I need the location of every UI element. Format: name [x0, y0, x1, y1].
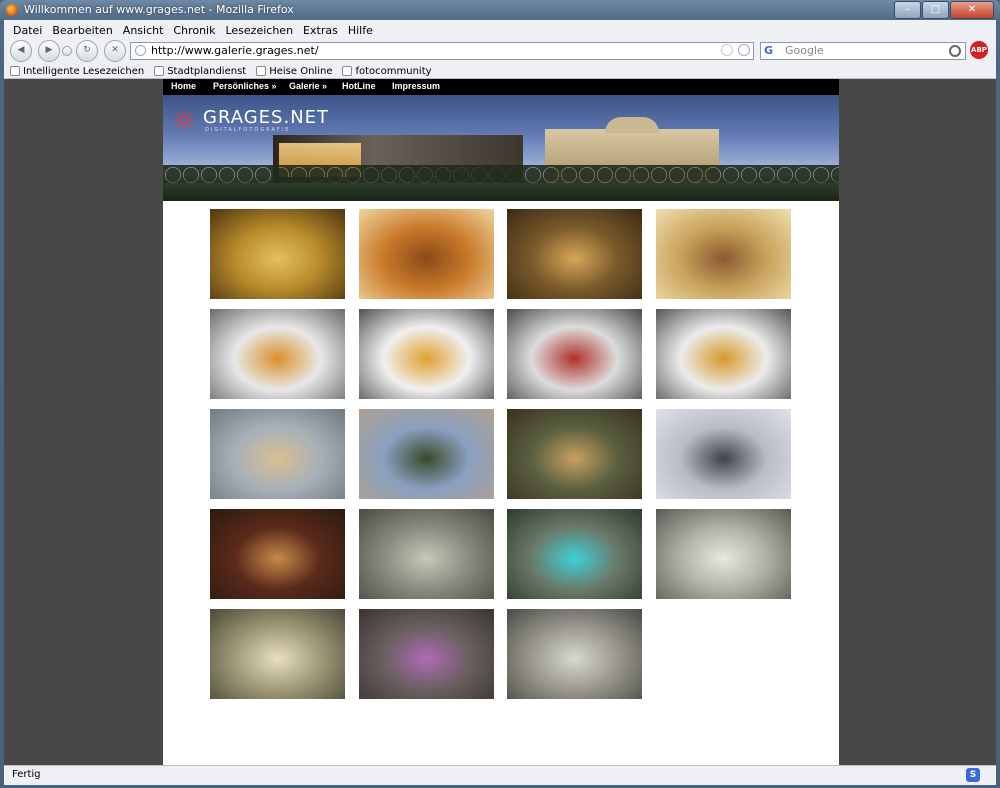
menu-datei[interactable]: Datei — [8, 22, 47, 40]
menu-hilfe[interactable]: Hilfe — [343, 22, 378, 40]
gallery-thumbnail-train-station-5[interactable] — [359, 609, 494, 699]
gallery-thumbnail-train-station-6[interactable] — [507, 609, 642, 699]
search-engine-icon[interactable]: G — [764, 44, 773, 57]
bookmarks-toolbar: Intelligente Lesezeichen Stadtplandienst… — [10, 64, 432, 78]
site-navigation: Home Persönliches » Galerie » HotLine Im… — [163, 79, 839, 95]
gallery-thumbnail-train-station-1[interactable] — [359, 509, 494, 599]
go-icon[interactable] — [738, 44, 750, 56]
smart-bookmarks-icon — [10, 66, 20, 76]
browser-chrome: Datei Bearbeiten Ansicht Chronik Lesezei… — [4, 20, 996, 79]
site-banner: GRAGES.NET DIGITALFOTOGRAFIE — [163, 95, 839, 201]
page-viewport: Home Persönliches » Galerie » HotLine Im… — [4, 79, 996, 765]
gallery-thumbnail-staircase-spiral-1[interactable] — [210, 209, 345, 299]
fotocommunity-icon — [342, 66, 353, 76]
window-controls: – □ ✕ — [894, 1, 994, 19]
menu-lesezeichen[interactable]: Lesezeichen — [220, 22, 298, 40]
nav-home[interactable]: Home — [171, 81, 196, 91]
title-bar: Willkommen auf www.grages.net - Mozilla … — [0, 0, 1000, 20]
gallery-thumbnail-atrium-1[interactable] — [210, 409, 345, 499]
site-tagline: DIGITALFOTOGRAFIE — [205, 127, 291, 133]
search-icon[interactable] — [949, 45, 961, 57]
trees-illustration — [163, 165, 839, 185]
maximize-button[interactable]: □ — [922, 1, 949, 19]
forward-icon[interactable]: ▶ — [38, 40, 60, 62]
menu-bearbeiten[interactable]: Bearbeiten — [47, 22, 117, 40]
menu-chronik[interactable]: Chronik — [168, 22, 220, 40]
map-icon — [154, 66, 165, 76]
nav-persoenliches[interactable]: Persönliches » — [213, 81, 277, 91]
bookmark-item[interactable]: fotocommunity — [342, 66, 432, 77]
gallery-thumbnail-atrium-2[interactable] — [359, 409, 494, 499]
gallery-thumbnail-train-station-2[interactable] — [507, 509, 642, 599]
menu-bar: Datei Bearbeiten Ansicht Chronik Lesezei… — [8, 22, 378, 40]
window-title: Willkommen auf www.grages.net - Mozilla … — [24, 3, 294, 16]
bookmark-item[interactable]: Intelligente Lesezeichen — [10, 66, 144, 77]
heise-icon — [256, 66, 267, 76]
gallery-thumbnail-staircase-spiral-2[interactable] — [359, 209, 494, 299]
site-page: Home Persönliches » Galerie » HotLine Im… — [163, 79, 839, 765]
skype-icon[interactable]: S — [966, 768, 980, 782]
back-icon[interactable]: ◀ — [10, 40, 32, 62]
gallery-thumbnail-staircase-spiral-3[interactable] — [507, 209, 642, 299]
gallery-thumbnail-library-1[interactable] — [210, 309, 345, 399]
menu-ansicht[interactable]: Ansicht — [118, 22, 169, 40]
status-bar: Fertig S — [4, 765, 996, 785]
firefox-icon — [6, 4, 18, 16]
site-logo[interactable]: GRAGES.NET — [203, 107, 329, 128]
gallery-thumbnail-museum-hall[interactable] — [507, 409, 642, 499]
nav-galerie[interactable]: Galerie » — [289, 81, 327, 91]
nav-impressum[interactable]: Impressum — [392, 81, 440, 91]
navigation-toolbar: ◀ ▶ ↻ ✕ http://www.galerie.grages.net/ G… — [4, 40, 996, 62]
gallery-thumbnail-subway-station[interactable] — [656, 409, 791, 499]
nav-hotline[interactable]: HotLine — [342, 81, 376, 91]
menu-extras[interactable]: Extras — [298, 22, 343, 40]
address-text[interactable]: http://www.galerie.grages.net/ — [151, 44, 319, 57]
gallery-thumbnail-library-4[interactable] — [656, 309, 791, 399]
history-dropdown-icon[interactable] — [62, 46, 72, 56]
address-bar[interactable]: http://www.galerie.grages.net/ — [130, 42, 754, 60]
reload-icon[interactable]: ↻ — [76, 40, 98, 62]
bookmark-item[interactable]: Stadtplandienst — [154, 66, 246, 77]
gallery-thumbnail-library-3[interactable] — [507, 309, 642, 399]
bookmark-star-icon[interactable] — [721, 44, 733, 56]
browser-window: Willkommen auf www.grages.net - Mozilla … — [0, 0, 1000, 788]
sun-logo-icon — [174, 110, 194, 130]
minimize-button[interactable]: – — [894, 1, 921, 19]
gallery-thumbnail-pub-interior[interactable] — [210, 509, 345, 599]
status-text: Fertig — [12, 769, 41, 780]
gallery-thumbnail-train-station-3[interactable] — [656, 509, 791, 599]
search-box[interactable]: G Google — [760, 42, 966, 60]
stop-icon[interactable]: ✕ — [104, 40, 126, 62]
site-favicon-icon — [135, 45, 146, 56]
close-button[interactable]: ✕ — [950, 1, 994, 19]
gallery-thumbnail-train-station-4[interactable] — [210, 609, 345, 699]
search-input[interactable]: Google — [785, 44, 824, 57]
bookmark-item[interactable]: Heise Online — [256, 66, 332, 77]
gallery-thumbnail-library-2[interactable] — [359, 309, 494, 399]
gallery-thumbnail-staircase-spiral-4[interactable] — [656, 209, 791, 299]
adblock-icon[interactable]: ABP — [970, 41, 988, 59]
lawn-illustration — [163, 183, 839, 201]
